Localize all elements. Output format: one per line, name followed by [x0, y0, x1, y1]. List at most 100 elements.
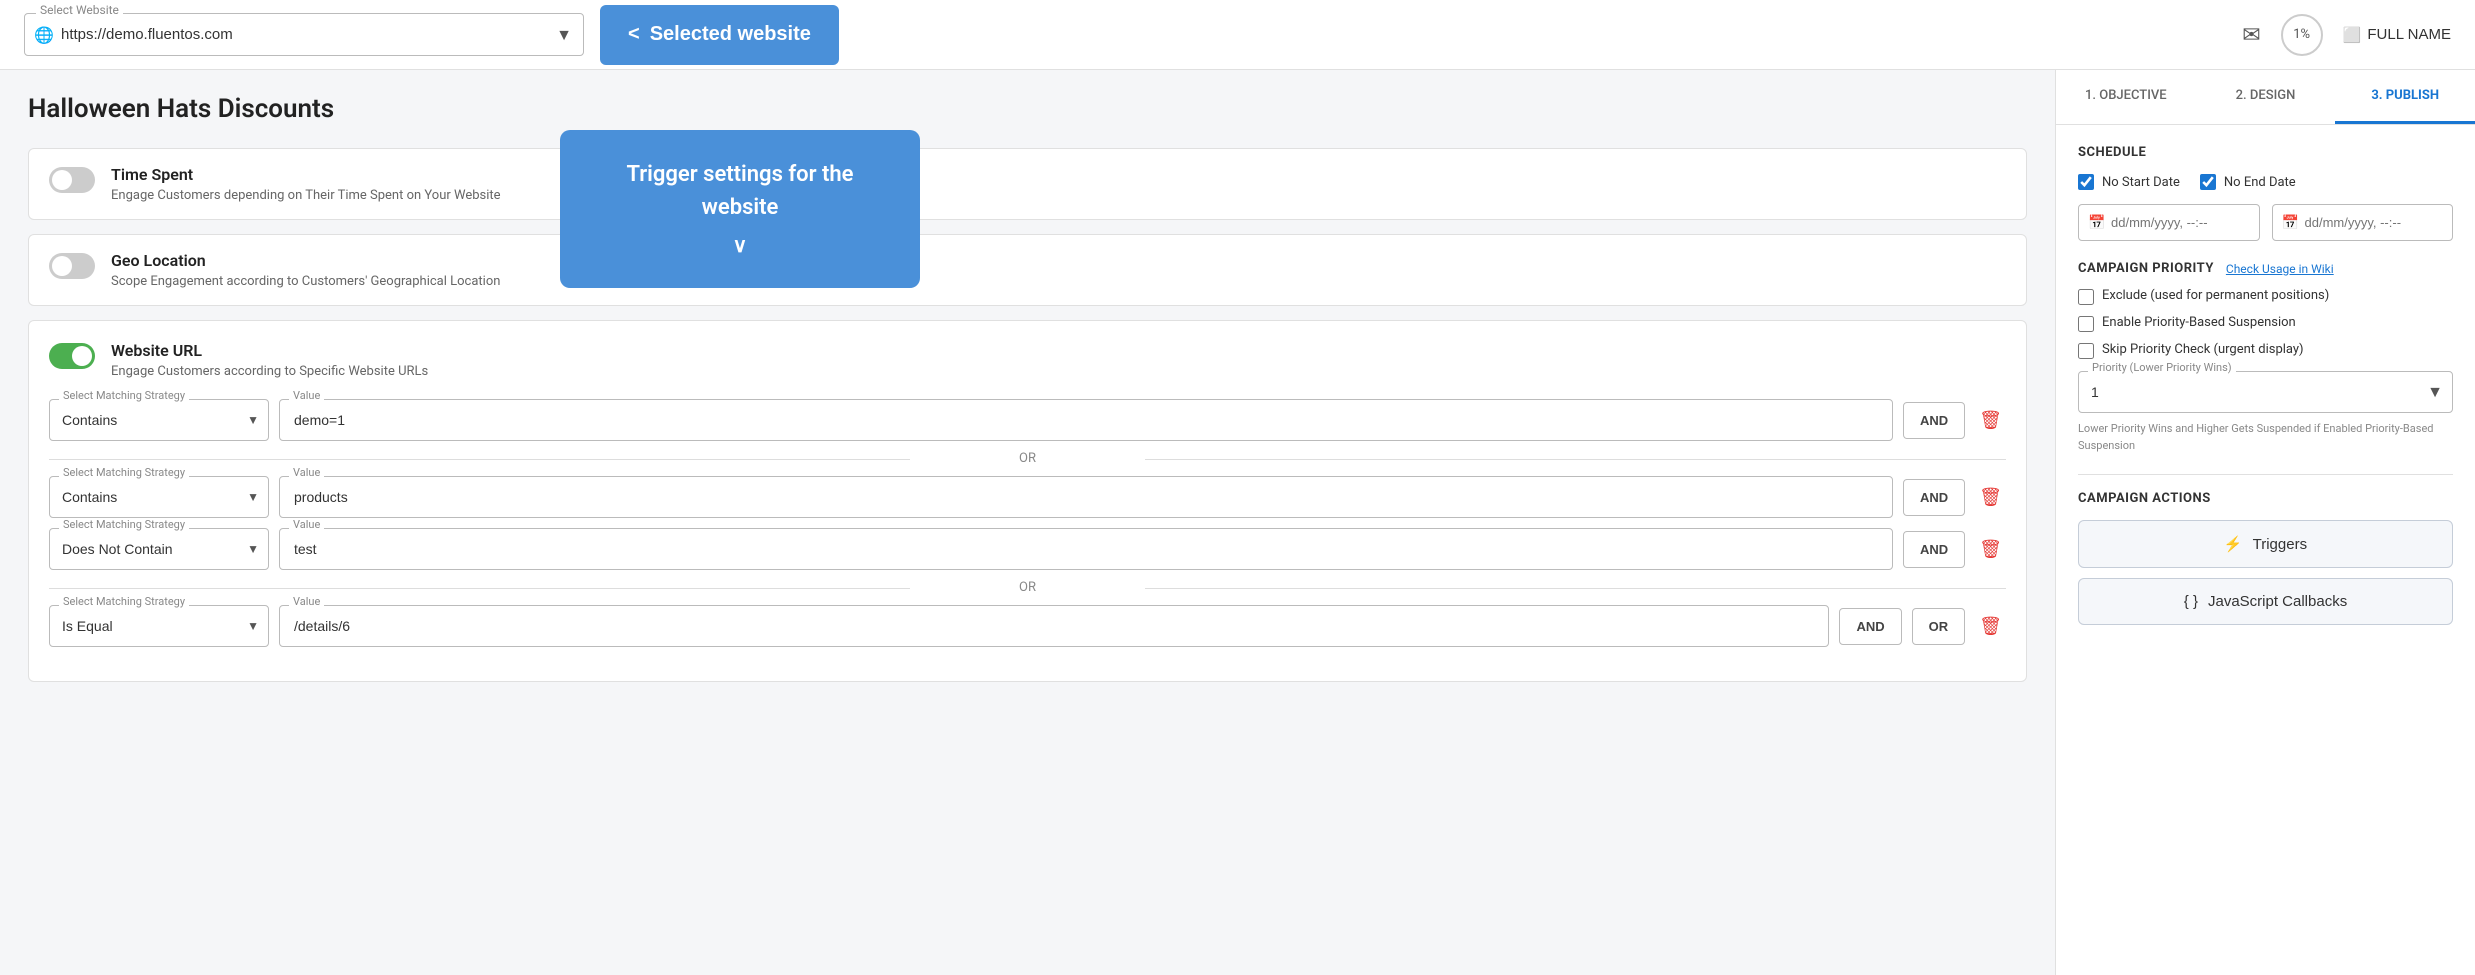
user-icon: ⬜ — [2343, 26, 2362, 44]
time-spent-label: Time Spent — [111, 165, 501, 184]
value-label-4: Value — [289, 595, 324, 608]
campaign-actions-title: CAMPAIGN ACTIONS — [2078, 491, 2453, 506]
js-callbacks-icon: { } — [2184, 593, 2198, 610]
mail-icon-button[interactable]: ✉ — [2242, 22, 2260, 48]
tab-publish[interactable]: 3. PUBLISH — [2335, 70, 2475, 124]
value-wrapper-3: Value — [279, 528, 1893, 570]
no-end-date-checkbox[interactable] — [2200, 174, 2216, 190]
right-panel: 1. OBJECTIVE 2. DESIGN 3. PUBLISH SCHEDU… — [2055, 70, 2475, 975]
priority-suspension-label: Enable Priority-Based Suspension — [2102, 315, 2296, 330]
and-button-3[interactable]: AND — [1903, 531, 1965, 568]
start-cal-icon: 📅 — [2088, 215, 2105, 231]
no-end-date-text: No End Date — [2224, 175, 2296, 190]
value-label-2: Value — [289, 466, 324, 479]
tabs: 1. OBJECTIVE 2. DESIGN 3. PUBLISH — [2056, 70, 2475, 125]
website-url-section: Website URL Engage Customers according t… — [28, 320, 2027, 682]
end-cal-icon: 📅 — [2282, 215, 2299, 231]
website-url-desc: Engage Customers according to Specific W… — [111, 364, 428, 379]
no-start-date-checkbox[interactable] — [2078, 174, 2094, 190]
tab-design[interactable]: 2. DESIGN — [2196, 70, 2336, 124]
user-name-label: FULL NAME — [2367, 26, 2451, 43]
priority-title: CAMPAIGN PRIORITY — [2078, 261, 2214, 276]
strategy-label-4: Select Matching Strategy — [59, 595, 189, 608]
no-start-date-label[interactable]: No Start Date — [2078, 174, 2180, 190]
exclude-check-row: Exclude (used for permanent positions) — [2078, 288, 2453, 305]
geo-location-row: Geo Location Scope Engagement according … — [28, 234, 2027, 306]
skip-priority-label: Skip Priority Check (urgent display) — [2102, 342, 2304, 357]
geo-location-text: Geo Location Scope Engagement according … — [111, 251, 500, 289]
url-rule-row-3: Select Matching Strategy Contains Does N… — [49, 528, 2006, 570]
exclude-label: Exclude (used for permanent positions) — [2102, 288, 2329, 303]
value-wrapper-2: Value — [279, 476, 1893, 518]
selected-website-label: Selected website — [650, 23, 811, 46]
wiki-link[interactable]: Check Usage in Wiki — [2226, 262, 2334, 276]
strategy-select-2[interactable]: Contains Does Not Contain Is Equal — [49, 476, 269, 518]
priority-select[interactable]: 1 2 3 — [2078, 371, 2453, 413]
no-start-date-text: No Start Date — [2102, 175, 2180, 190]
geo-location-label: Geo Location — [111, 251, 500, 270]
url-rule-row-4: Select Matching Strategy Contains Does N… — [49, 605, 2006, 647]
strategy-label-1: Select Matching Strategy — [59, 389, 189, 402]
user-name-button[interactable]: ⬜ FULL NAME — [2343, 26, 2451, 44]
website-select-wrapper: Select Website 🌐 https://demo.fluentos.c… — [24, 13, 584, 56]
strategy-wrapper-3: Select Matching Strategy Contains Does N… — [49, 528, 269, 570]
selected-website-button[interactable]: < Selected website — [600, 5, 839, 65]
value-input-1[interactable] — [279, 399, 1893, 441]
end-date-wrapper: 📅 — [2272, 204, 2454, 241]
js-callbacks-button[interactable]: { } JavaScript Callbacks — [2078, 578, 2453, 625]
strategy-select-1[interactable]: Contains Does Not Contain Is Equal — [49, 399, 269, 441]
priority-suspension-check-row: Enable Priority-Based Suspension — [2078, 315, 2453, 332]
skip-priority-check-row: Skip Priority Check (urgent display) — [2078, 342, 2453, 359]
delete-button-2[interactable]: 🗑 — [1975, 483, 2006, 512]
time-spent-desc: Engage Customers depending on Their Time… — [111, 188, 501, 203]
top-bar-right: ✉ 1% ⬜ FULL NAME — [2242, 14, 2451, 56]
strategy-wrapper-1: Select Matching Strategy Contains Does N… — [49, 399, 269, 441]
website-url-toggle[interactable] — [49, 343, 95, 369]
website-url-text: Website URL Engage Customers according t… — [111, 341, 428, 379]
website-select[interactable]: https://demo.fluentos.com — [24, 13, 584, 56]
or-button-4[interactable]: OR — [1912, 608, 1966, 645]
no-end-date-label[interactable]: No End Date — [2200, 174, 2296, 190]
schedule-title: SCHEDULE — [2078, 145, 2453, 160]
priority-section: CAMPAIGN PRIORITY Check Usage in Wiki Ex… — [2078, 261, 2453, 454]
value-input-2[interactable] — [279, 476, 1893, 518]
website-select-label: Select Website — [36, 3, 123, 17]
triggers-label: Triggers — [2253, 536, 2307, 553]
schedule-checkboxes: No Start Date No End Date — [2078, 174, 2453, 190]
triggers-icon: ⚡ — [2224, 535, 2243, 553]
value-input-4[interactable] — [279, 605, 1829, 647]
start-date-wrapper: 📅 — [2078, 204, 2260, 241]
value-wrapper-1: Value — [279, 399, 1893, 441]
url-rule-row-2: Select Matching Strategy Contains Does N… — [49, 476, 2006, 518]
skip-priority-checkbox[interactable] — [2078, 343, 2094, 359]
time-spent-row: Time Spent Engage Customers depending on… — [28, 148, 2027, 220]
or-separator-2: OR — [49, 580, 2006, 595]
tab-objective[interactable]: 1. OBJECTIVE — [2056, 70, 2196, 124]
strategy-label-2: Select Matching Strategy — [59, 466, 189, 479]
schedule-dates: 📅 📅 — [2078, 204, 2453, 241]
main-layout: Halloween Hats Discounts Time Spent Enga… — [0, 70, 2475, 975]
priority-select-wrapper: Priority (Lower Priority Wins) 1 2 3 ▼ — [2078, 371, 2453, 413]
geo-location-toggle[interactable] — [49, 253, 95, 279]
strategy-label-3: Select Matching Strategy — [59, 518, 189, 531]
triggers-button[interactable]: ⚡ Triggers — [2078, 520, 2453, 568]
strategy-select-4[interactable]: Contains Does Not Contain Is Equal — [49, 605, 269, 647]
exclude-checkbox[interactable] — [2078, 289, 2094, 305]
tooltip-bubble: Trigger settings for the website — [560, 130, 920, 288]
right-content: SCHEDULE No Start Date No End Date 📅 📅 — [2056, 125, 2475, 975]
delete-button-4[interactable]: 🗑 — [1975, 612, 2006, 641]
left-panel: Halloween Hats Discounts Time Spent Enga… — [0, 70, 2055, 975]
value-wrapper-4: Value — [279, 605, 1829, 647]
value-input-3[interactable] — [279, 528, 1893, 570]
priority-suspension-checkbox[interactable] — [2078, 316, 2094, 332]
and-button-1[interactable]: AND — [1903, 402, 1965, 439]
strategy-select-3[interactable]: Contains Does Not Contain Is Equal — [49, 528, 269, 570]
geo-location-desc: Scope Engagement according to Customers'… — [111, 274, 500, 289]
priority-header: CAMPAIGN PRIORITY Check Usage in Wiki — [2078, 261, 2453, 276]
url-rule-row-1: Select Matching Strategy Contains Does N… — [49, 399, 2006, 441]
time-spent-toggle[interactable] — [49, 167, 95, 193]
delete-button-1[interactable]: 🗑 — [1975, 406, 2006, 435]
and-button-4[interactable]: AND — [1839, 608, 1901, 645]
and-button-2[interactable]: AND — [1903, 479, 1965, 516]
delete-button-3[interactable]: 🗑 — [1975, 535, 2006, 564]
